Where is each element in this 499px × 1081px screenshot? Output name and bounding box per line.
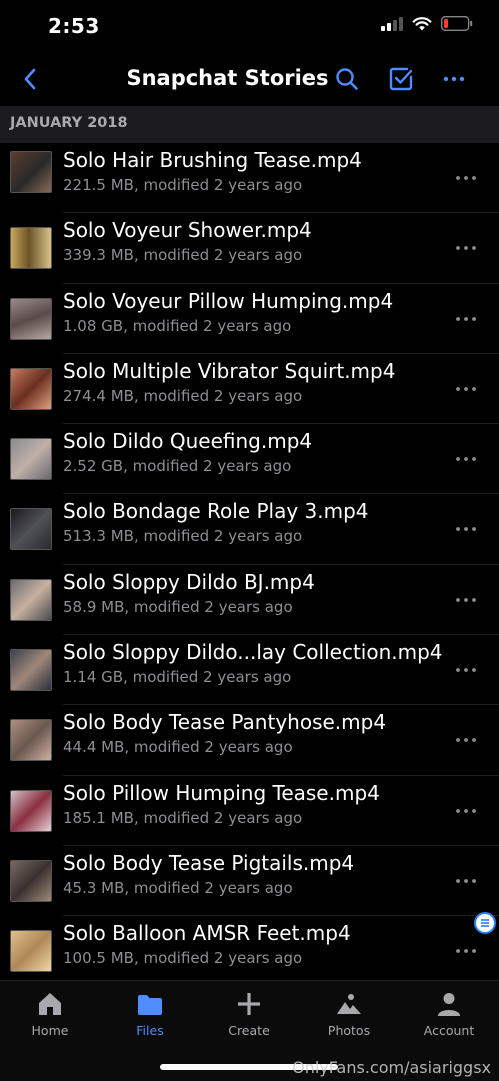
video-thumbnail [10, 367, 52, 410]
video-thumbnail [10, 649, 52, 692]
file-name: Solo Sloppy Dildo BJ.mp4 [63, 569, 315, 594]
row-more-icon[interactable] [455, 314, 477, 324]
file-row[interactable]: Solo Body Tease Pantyhose.mp4 44.4 MB, m… [0, 705, 499, 776]
video-thumbnail [10, 227, 52, 270]
video-thumbnail [10, 789, 52, 832]
list-icon [481, 919, 489, 927]
row-more-icon[interactable] [455, 665, 477, 675]
row-more-icon[interactable] [455, 524, 477, 534]
file-row[interactable]: Solo Sloppy Dildo BJ.mp4 58.9 MB, modifi… [0, 565, 499, 636]
file-meta: 58.9 MB, modified 2 years ago [63, 597, 293, 616]
file-name: Solo Body Tease Pigtails.mp4 [63, 850, 355, 875]
search-icon[interactable] [334, 66, 360, 92]
file-name: Solo Pillow Humping Tease.mp4 [63, 780, 380, 805]
file-name: Solo Bondage Role Play 3.mp4 [63, 499, 369, 524]
nav-bar: Snapchat Stories [0, 54, 499, 106]
file-meta: 44.4 MB, modified 2 years ago [63, 738, 293, 757]
file-meta: 1.14 GB, modified 2 years ago [63, 668, 292, 687]
video-thumbnail [10, 438, 52, 481]
page-title: Snapchat Stories [126, 66, 329, 90]
file-row[interactable]: Solo Pillow Humping Tease.mp4 185.1 MB, … [0, 776, 499, 846]
file-meta: 185.1 MB, modified 2 years ago [63, 808, 303, 827]
status-time: 2:53 [48, 14, 100, 38]
video-thumbnail [10, 297, 52, 340]
file-row[interactable]: Solo Voyeur Shower.mp4 339.3 MB, modifie… [0, 213, 499, 284]
file-meta: 221.5 MB, modified 2 years ago [63, 176, 303, 194]
video-thumbnail [10, 930, 52, 973]
file-name: Solo Body Tease Pantyhose.mp4 [63, 710, 387, 735]
tab-label: Home [31, 1023, 69, 1038]
watermark: OnlyFans.com/asiariggsx [292, 1058, 491, 1077]
tab-home[interactable]: Home [0, 989, 100, 1049]
file-meta: 1.08 GB, modified 2 years ago [63, 316, 292, 335]
section-header: JANUARY 2018 [0, 106, 499, 143]
file-name: Solo Voyeur Shower.mp4 [63, 218, 312, 243]
battery-icon [441, 16, 473, 31]
tab-create[interactable]: Create [199, 989, 299, 1049]
floating-list-button[interactable] [474, 912, 496, 934]
file-row[interactable]: Solo Bondage Role Play 3.mp4 513.3 MB, m… [0, 494, 499, 565]
row-more-icon[interactable] [455, 735, 477, 745]
home-icon [39, 993, 61, 1015]
folder-icon [138, 995, 162, 1015]
status-icons [381, 16, 473, 31]
video-thumbnail [10, 578, 52, 621]
file-name: Solo Voyeur Pillow Humping.mp4 [63, 288, 394, 313]
tab-label: Files [136, 1023, 164, 1038]
file-meta: 100.5 MB, modified 2 years ago [63, 949, 303, 968]
tab-label: Create [228, 1023, 270, 1038]
file-meta: 339.3 MB, modified 2 years ago [63, 246, 303, 265]
file-name: Solo Dildo Queefing.mp4 [63, 429, 313, 454]
person-icon [438, 993, 460, 1016]
file-meta: 2.52 GB, modified 2 years ago [63, 457, 292, 476]
row-more-icon[interactable] [455, 384, 477, 394]
status-bar: 2:53 [0, 0, 499, 54]
file-name: Solo Multiple Vibrator Squirt.mp4 [63, 358, 396, 383]
video-thumbnail [10, 719, 52, 762]
file-meta: 274.4 MB, modified 2 years ago [63, 386, 303, 405]
row-more-icon[interactable] [455, 946, 477, 956]
photos-icon [337, 994, 361, 1014]
file-row[interactable]: Solo Dildo Queefing.mp4 2.52 GB, modifie… [0, 424, 499, 495]
file-meta: 45.3 MB, modified 2 years ago [63, 878, 293, 897]
file-row[interactable]: Solo Hair Brushing Tease.mp4 221.5 MB, m… [0, 143, 499, 214]
file-row[interactable]: Solo Sloppy Dildo...lay Collection.mp4 1… [0, 635, 499, 706]
file-row[interactable]: Solo Multiple Vibrator Squirt.mp4 274.4 … [0, 354, 499, 425]
row-more-icon[interactable] [455, 876, 477, 886]
video-thumbnail [10, 859, 52, 902]
row-more-icon[interactable] [455, 454, 477, 464]
video-thumbnail [10, 508, 52, 551]
row-more-icon[interactable] [455, 243, 477, 253]
file-name: Solo Hair Brushing Tease.mp4 [63, 148, 362, 172]
row-more-icon[interactable] [455, 595, 477, 605]
row-more-icon[interactable] [455, 806, 477, 816]
row-more-icon[interactable] [455, 173, 477, 183]
tab-account[interactable]: Account [399, 989, 499, 1049]
tab-photos[interactable]: Photos [299, 989, 399, 1049]
wifi-icon [412, 16, 432, 30]
tab-label: Photos [327, 1023, 371, 1038]
cellular-signal-icon [381, 16, 403, 31]
file-meta: 513.3 MB, modified 2 years ago [63, 527, 303, 546]
section-header-label: JANUARY 2018 [10, 115, 128, 131]
more-options-icon[interactable] [441, 66, 467, 92]
file-name: Solo Balloon AMSR Feet.mp4 [63, 921, 351, 946]
file-list: Solo Hair Brushing Tease.mp4 221.5 MB, m… [0, 143, 499, 987]
plus-icon [238, 993, 260, 1015]
file-name: Solo Sloppy Dildo...lay Collection.mp4 [63, 640, 443, 665]
select-checkbox-icon[interactable] [388, 66, 414, 92]
file-row[interactable]: Solo Balloon AMSR Feet.mp4 100.5 MB, mod… [0, 916, 499, 987]
video-thumbnail [10, 151, 52, 193]
file-row[interactable]: Solo Body Tease Pigtails.mp4 45.3 MB, mo… [0, 846, 499, 917]
tab-label: Account [423, 1023, 475, 1038]
tab-files[interactable]: Files [100, 989, 200, 1049]
file-row[interactable]: Solo Voyeur Pillow Humping.mp4 1.08 GB, … [0, 284, 499, 354]
